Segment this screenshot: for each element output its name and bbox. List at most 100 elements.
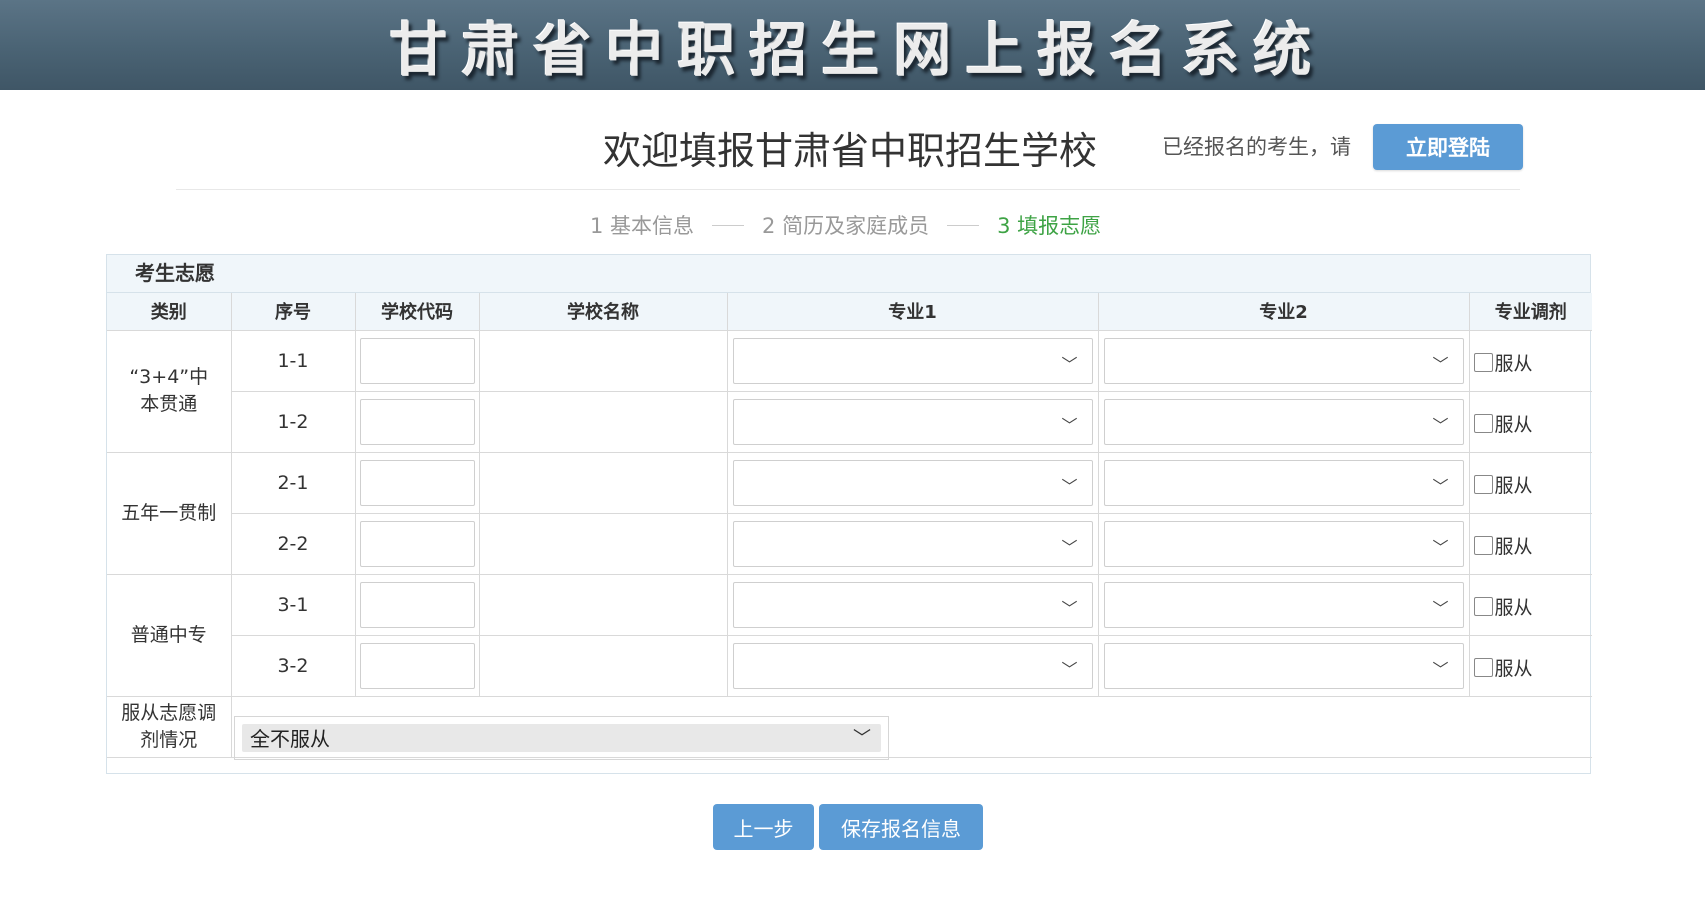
school-code-cell: [354, 329, 480, 392]
page-title: 欢迎填报甘肃省中职招生学校: [602, 129, 1097, 173]
major1-cell: ﹀: [726, 573, 1099, 636]
chevron-down-icon: ﹀: [1061, 659, 1078, 679]
major2-cell: ﹀: [1097, 573, 1470, 636]
school-code-cell: [354, 390, 480, 453]
school-code-cell: [354, 573, 480, 636]
adjust-checkbox-label: 服从: [1494, 474, 1533, 497]
adjust-checkbox[interactable]: [1473, 535, 1493, 555]
adjust-checkbox[interactable]: [1473, 413, 1493, 433]
major2-select[interactable]: ﹀: [1103, 520, 1464, 567]
major1-select[interactable]: ﹀: [732, 398, 1093, 445]
school-name-cell: [478, 390, 728, 453]
category-label: 普通中专: [130, 623, 207, 646]
obey-adjust-select[interactable]: 全不服从 ﹀: [234, 716, 889, 760]
row-index: 1-2: [231, 390, 356, 453]
major2-cell: ﹀: [1097, 329, 1470, 392]
major1-cell: ﹀: [726, 390, 1099, 453]
table-header-row: 类别 序号 学校代码 学校名称 专业1 专业2 专业调剂: [107, 293, 1592, 331]
choices-form: 考生志愿 类别 序号 学校代码 学校名称 专业1 专业2 专业调剂 “3+4”中…: [106, 254, 1592, 774]
major2-cell: ﹀: [1097, 512, 1470, 575]
step-indicator: 1 基本信息 2 简历及家庭成员 3 填报志愿: [590, 210, 1101, 240]
major1-cell: ﹀: [726, 634, 1099, 697]
chevron-down-icon: ﹀: [1061, 354, 1078, 374]
category-label: 本贯通: [140, 393, 198, 415]
category-cell: “3+4”中 本贯通: [107, 329, 232, 453]
adjust-cell: 服从: [1468, 329, 1592, 392]
section-title: 考生志愿: [107, 255, 1590, 293]
row-index: 3-1: [230, 573, 356, 636]
table-row: 1-2 ﹀ ﹀ 服从: [107, 390, 1592, 453]
school-code-input[interactable]: [359, 398, 475, 445]
obey-adjust-select-box[interactable]: 全不服从 ﹀: [242, 724, 881, 752]
adjust-checkbox-label: 服从: [1494, 535, 1533, 558]
school-code-input[interactable]: [359, 459, 475, 506]
obey-label: 剂情况: [140, 728, 198, 751]
major1-select[interactable]: ﹀: [732, 459, 1093, 506]
login-prompt: 已经报名的考生，请: [1162, 135, 1351, 159]
school-code-cell: [354, 451, 480, 514]
chevron-down-icon: ﹀: [1432, 476, 1449, 496]
col-header-index: 序号: [230, 293, 356, 331]
major1-select[interactable]: ﹀: [732, 520, 1093, 567]
adjust-checkbox[interactable]: [1473, 657, 1493, 677]
major2-cell: ﹀: [1097, 451, 1470, 514]
obey-selected-value: 全不服从: [250, 727, 330, 751]
table-row: 3-2 ﹀ ﹀ 服从: [107, 634, 1592, 697]
table-row: “3+4”中 本贯通 1-1 ﹀ ﹀ 服从: [107, 329, 1592, 453]
major2-select[interactable]: ﹀: [1103, 581, 1464, 628]
major1-cell: ﹀: [726, 451, 1099, 514]
school-code-input[interactable]: [359, 581, 475, 628]
table-row: 普通中专 3-1 ﹀ ﹀ 服从: [107, 573, 1592, 697]
row-index: 1-1: [230, 329, 356, 392]
major1-select[interactable]: ﹀: [732, 581, 1093, 628]
chevron-down-icon: ﹀: [853, 728, 871, 749]
major2-select[interactable]: ﹀: [1103, 459, 1464, 506]
row-index: 2-1: [230, 451, 356, 514]
adjust-cell: 服从: [1468, 634, 1592, 697]
chevron-down-icon: ﹀: [1432, 354, 1449, 374]
chevron-down-icon: ﹀: [1061, 598, 1078, 618]
adjust-checkbox[interactable]: [1473, 596, 1493, 616]
step-separator: [712, 224, 745, 226]
school-code-input[interactable]: [359, 337, 475, 384]
major2-select[interactable]: ﹀: [1103, 398, 1464, 445]
school-code-cell: [354, 512, 480, 575]
prev-step-button[interactable]: 上一步: [713, 804, 814, 850]
choices-table: 类别 序号 学校代码 学校名称 专业1 专业2 专业调剂 “3+4”中 本贯通 …: [107, 293, 1592, 758]
adjust-checkbox[interactable]: [1473, 352, 1493, 372]
col-header-school-name: 学校名称: [478, 293, 728, 331]
adjust-checkbox-label: 服从: [1494, 352, 1533, 375]
major2-select[interactable]: ﹀: [1103, 337, 1464, 384]
school-code-input[interactable]: [359, 520, 475, 567]
chevron-down-icon: ﹀: [1061, 476, 1078, 496]
banner-title: 甘肃省中职招生网上报名系统: [389, 16, 1326, 84]
chevron-down-icon: ﹀: [1432, 415, 1449, 435]
major1-select[interactable]: ﹀: [732, 337, 1093, 384]
major2-cell: ﹀: [1097, 634, 1470, 697]
school-name-cell: [478, 634, 728, 697]
adjust-cell: 服从: [1468, 573, 1592, 636]
chevron-down-icon: ﹀: [1432, 598, 1449, 618]
school-name-cell: [478, 573, 728, 636]
adjust-checkbox[interactable]: [1473, 474, 1493, 494]
adjust-cell: 服从: [1468, 390, 1592, 453]
login-button[interactable]: 立即登陆: [1373, 124, 1523, 170]
major1-select[interactable]: ﹀: [732, 642, 1093, 689]
top-banner: 甘肃省中职招生网上报名系统: [0, 0, 1705, 90]
row-index: 3-2: [231, 634, 356, 697]
school-name-cell: [478, 451, 728, 514]
obey-label-cell: 服从志愿调 剂情况: [107, 695, 232, 758]
category-label: “3+4”中: [129, 366, 209, 388]
row-index: 2-2: [231, 512, 356, 575]
table-row: 2-2 ﹀ ﹀ 服从: [107, 512, 1592, 575]
step-basic-info: 1 基本信息: [590, 214, 695, 238]
col-header-category: 类别: [107, 293, 232, 331]
school-name-cell: [478, 329, 728, 392]
school-code-input[interactable]: [359, 642, 475, 689]
obey-label: 服从志愿调: [121, 701, 217, 724]
category-cell: 普通中专: [107, 573, 232, 697]
major2-select[interactable]: ﹀: [1103, 642, 1464, 689]
col-header-adjust: 专业调剂: [1468, 293, 1592, 331]
save-button[interactable]: 保存报名信息: [819, 804, 983, 850]
chevron-down-icon: ﹀: [1061, 415, 1078, 435]
